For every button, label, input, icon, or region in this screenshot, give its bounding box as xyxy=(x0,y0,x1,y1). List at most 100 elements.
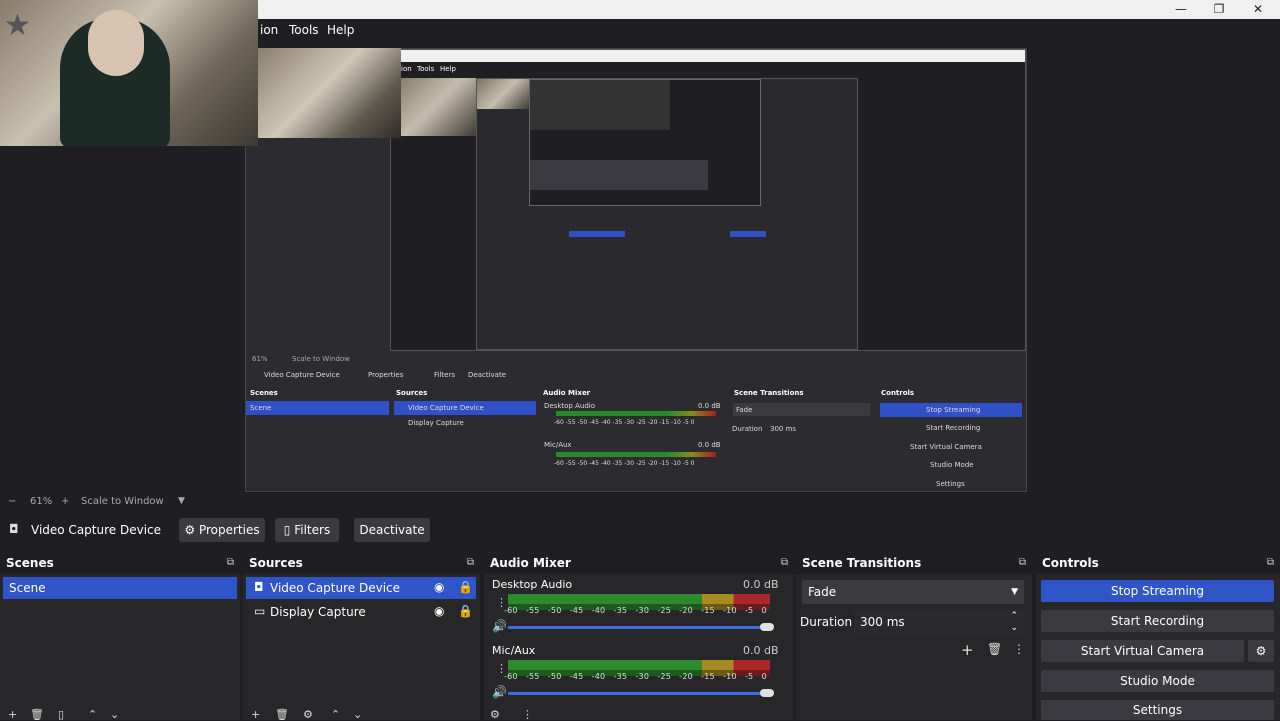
volume-slider-handle[interactable] xyxy=(760,689,774,697)
volume-slider-handle[interactable] xyxy=(760,623,774,631)
filter-icon: ▯ xyxy=(283,523,295,537)
nested-ticks-2: -60 -55 -50 -45 -40 -35 -30 -25 -20 -15 … xyxy=(554,460,695,467)
undock-icon[interactable]: ⧉ xyxy=(1267,552,1274,574)
virtual-camera-settings-button[interactable]: ⚙ xyxy=(1248,640,1274,662)
nested-mixer-title: Audio Mixer xyxy=(543,389,591,397)
chevron-down-icon[interactable]: ⌄ xyxy=(1010,616,1018,640)
deactivate-button[interactable]: Deactivate xyxy=(354,518,430,542)
nested-sources-title: Sources xyxy=(396,389,428,397)
nested-source-item-1: Video Capture Device xyxy=(408,404,484,412)
controls-dock-header: Controls ⧉ xyxy=(1036,552,1280,574)
nested-db-2: 0.0 dB xyxy=(698,441,721,449)
volume-slider[interactable] xyxy=(508,692,768,695)
mixer-title: Audio Mixer xyxy=(490,556,571,570)
filter-icon[interactable]: ▯ xyxy=(58,708,64,721)
lock-icon[interactable]: 🔒 xyxy=(458,604,473,618)
source-item-display-capture[interactable]: ▭ Display Capture ◉ 🔒 xyxy=(246,601,476,623)
source-item-video-capture[interactable]: ◘ Video Capture Device ◉ 🔒 xyxy=(246,577,476,599)
menu-item-help[interactable]: Help xyxy=(327,23,354,37)
gear-icon: ⚙ xyxy=(184,523,199,537)
source-toolbar: ◘ Video Capture Device ⚙ Properties ▯ Fi… xyxy=(0,512,1280,548)
eye-icon[interactable]: ◉ xyxy=(434,604,444,618)
nested-scale: Scale to Window xyxy=(292,355,350,363)
nested-canvas-level2 xyxy=(476,78,858,350)
volume-meter xyxy=(508,594,770,604)
arrow-down-icon[interactable]: ⌄ xyxy=(110,708,119,721)
add-icon[interactable]: + xyxy=(251,708,260,721)
speaker-icon[interactable]: 🔊 xyxy=(492,619,507,633)
speaker-icon[interactable]: 🔊 xyxy=(492,685,507,699)
arrow-up-icon[interactable]: ⌃ xyxy=(88,708,97,721)
nested-webcam xyxy=(391,78,476,136)
nested-meter-2 xyxy=(556,452,716,457)
lock-icon[interactable]: 🔒 xyxy=(458,580,473,594)
minimize-button[interactable]: — xyxy=(1171,2,1191,16)
scale-to-window-label[interactable]: Scale to Window xyxy=(81,496,164,507)
controls-title: Controls xyxy=(1042,556,1099,570)
undock-icon[interactable]: ⧉ xyxy=(781,552,788,574)
nested-filters: Filters xyxy=(434,371,455,379)
nested-mic-aux: Mic/Aux xyxy=(544,441,572,449)
transitions-dock-header: Scene Transitions ⧉ xyxy=(796,552,1032,574)
maximize-button[interactable]: ❐ xyxy=(1209,2,1229,16)
undock-icon[interactable]: ⧉ xyxy=(1019,552,1026,574)
stop-streaming-button[interactable]: Stop Streaming xyxy=(1041,580,1274,602)
zoom-out-button[interactable]: − xyxy=(8,496,16,507)
arrow-up-icon[interactable]: ⌃ xyxy=(331,708,340,721)
close-button[interactable]: ✕ xyxy=(1248,2,1268,16)
trash-icon[interactable]: 🗑 xyxy=(987,642,1002,656)
nested-transitions-title: Scene Transitions xyxy=(734,389,804,397)
gear-icon[interactable]: ⚙ xyxy=(490,708,500,721)
kebab-menu-icon[interactable]: ⋮ xyxy=(1013,642,1025,656)
nested-level2-stop xyxy=(730,231,766,237)
nested-zoom: 61% xyxy=(252,355,268,363)
kebab-menu-icon[interactable]: ⋮ xyxy=(522,708,533,721)
nested-level2-scene-sel xyxy=(569,231,625,237)
duration-label: Duration xyxy=(800,615,853,629)
chevron-down-icon[interactable]: ▼ xyxy=(178,496,185,506)
filters-button[interactable]: ▯ Filters xyxy=(275,518,339,542)
meter-ticks: -60 -55 -50 -45 -40 -35 -30 -25 -20 -15 … xyxy=(504,606,767,615)
transition-select[interactable]: Fade ▼ xyxy=(802,580,1024,604)
menu-item-scene-collection[interactable]: ion xyxy=(260,23,278,37)
monitor-icon: ▭ xyxy=(254,604,266,618)
meter-ticks: -60 -55 -50 -45 -40 -35 -30 -25 -20 -15 … xyxy=(504,672,767,681)
undock-icon[interactable]: ⧉ xyxy=(227,552,234,574)
start-virtual-camera-button[interactable]: Start Virtual Camera xyxy=(1041,640,1244,662)
mixer-dock-header: Audio Mixer ⧉ xyxy=(484,552,794,574)
add-icon[interactable]: + xyxy=(8,708,17,721)
sources-dock: Sources ⧉ ◘ Video Capture Device ◉ 🔒 ▭ D… xyxy=(243,552,480,721)
star-icon: ★ xyxy=(4,8,31,43)
trash-icon[interactable]: 🗑 xyxy=(275,708,289,721)
settings-button[interactable]: Settings xyxy=(1041,700,1274,720)
scene-item[interactable]: Scene xyxy=(3,577,237,599)
scenes-dock: Scenes ⧉ Scene + 🗑 ▯ ⌃ ⌄ xyxy=(0,552,240,721)
arrow-down-icon[interactable]: ⌄ xyxy=(353,708,362,721)
gear-icon[interactable]: ⚙ xyxy=(303,708,313,721)
start-recording-button[interactable]: Start Recording xyxy=(1041,610,1274,632)
nested-source-name: Video Capture Device xyxy=(264,371,340,379)
menu-item-tools[interactable]: Tools xyxy=(289,23,319,37)
audio-mixer-dock: Audio Mixer ⧉ Desktop Audio 0.0 dB ⋮ -60… xyxy=(484,552,794,721)
studio-mode-button[interactable]: Studio Mode xyxy=(1041,670,1274,692)
nested-menu-tools: Tools xyxy=(417,65,435,73)
eye-icon[interactable]: ◉ xyxy=(434,580,444,594)
nested-db-1: 0.0 dB xyxy=(698,402,721,410)
webcam-overlay: ★ xyxy=(0,0,258,146)
zoom-in-button[interactable]: + xyxy=(61,496,69,507)
undock-icon[interactable]: ⧉ xyxy=(467,552,474,574)
webcam-echo-1 xyxy=(258,48,401,138)
trash-icon[interactable]: 🗑 xyxy=(30,708,44,721)
channel-db: 0.0 dB xyxy=(743,644,779,657)
chevron-down-icon: ▼ xyxy=(1011,587,1018,597)
nested-scenes-title: Scenes xyxy=(250,389,278,397)
selected-source-name: Video Capture Device xyxy=(31,523,162,537)
source-label: Video Capture Device xyxy=(270,581,401,595)
volume-slider[interactable] xyxy=(508,626,768,629)
scene-transitions-dock: Scene Transitions ⧉ Fade ▼ Duration 300 … xyxy=(796,552,1032,720)
nested-source-item-2: Display Capture xyxy=(408,419,464,427)
properties-button[interactable]: ⚙ Properties xyxy=(179,518,265,542)
add-icon[interactable]: + xyxy=(961,641,974,659)
nested-deactivate: Deactivate xyxy=(468,371,507,379)
duration-spinbox[interactable]: 300 ms ⌃ ⌄ xyxy=(854,610,1024,634)
